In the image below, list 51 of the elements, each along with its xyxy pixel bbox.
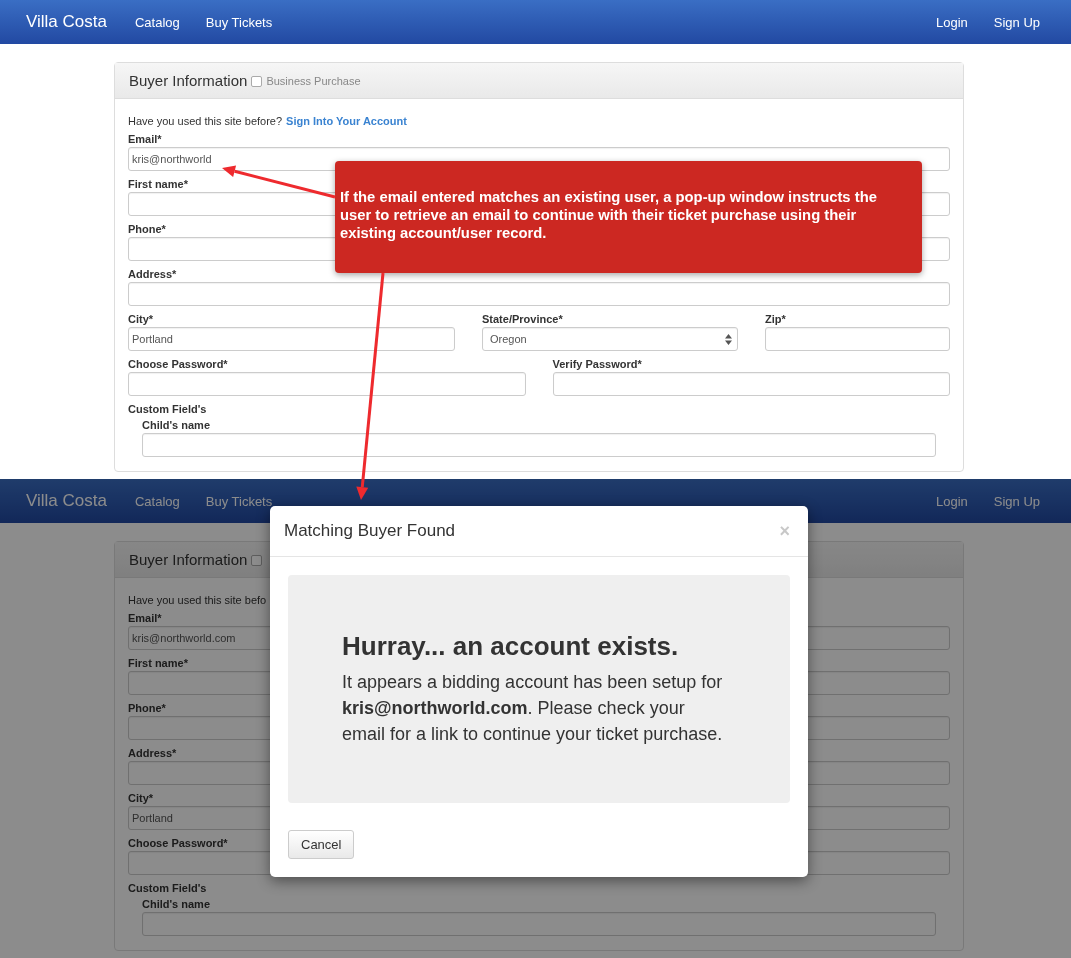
field-label: City*: [128, 312, 154, 327]
checkbox[interactable]: [251, 555, 263, 566]
field-label: Address*: [128, 746, 177, 761]
text-field[interactable]: [128, 282, 950, 306]
nav-link[interactable]: Login: [922, 14, 981, 30]
panel-title: Buyer Information: [129, 551, 248, 568]
cancel-button[interactable]: Cancel: [288, 830, 355, 859]
annotation-tooltip: If the email entered matches an existing user, a pop-up window instructs the user to retrieve an email to continue with their ticket purchase using their existing account/user record.: [335, 161, 922, 273]
modal-title: Matching Buyer Found: [284, 521, 456, 541]
field-label: Verify Password*: [552, 357, 642, 372]
field-label: First name*: [128, 656, 188, 671]
sign-in-link[interactable]: Sign Into Your Account: [286, 115, 407, 127]
message-text: It appears a bidding account has been setup for kris@northworld.com. Please check your email for a link to continue your ticket purchase.: [342, 671, 724, 746]
field-label: Email*: [128, 611, 162, 626]
text-field[interactable]: Portland: [128, 327, 455, 351]
text-field[interactable]: [142, 433, 936, 457]
text-field[interactable]: [765, 327, 950, 351]
field-label: Phone*: [128, 222, 166, 237]
field-label: Zip*: [765, 312, 786, 327]
section-label: Custom Field's: [128, 881, 207, 896]
text-field[interactable]: [128, 372, 526, 396]
text-field[interactable]: [142, 912, 936, 936]
brand-link[interactable]: Villa Costa: [14, 12, 119, 32]
nav-link[interactable]: Buy Tickets: [192, 14, 286, 30]
intro-text: Have you used this site before?: [128, 115, 283, 127]
nav-link[interactable]: Sign Up: [980, 14, 1053, 30]
text-field[interactable]: [552, 372, 950, 396]
up-down-caret-icon: [725, 333, 732, 345]
checkbox-label: Business Purchase: [266, 75, 361, 87]
checkbox[interactable]: [251, 76, 263, 87]
brand-link[interactable]: Villa Costa: [14, 491, 119, 511]
panel-title: Buyer Information: [129, 72, 248, 89]
field-label: Child's name: [142, 897, 211, 912]
field-label: Address*: [128, 267, 177, 282]
nav-link[interactable]: Buy Tickets: [192, 493, 286, 509]
field-label: Phone*: [128, 701, 166, 716]
nav-link[interactable]: Sign Up: [980, 493, 1053, 509]
field-label: Email*: [128, 132, 162, 147]
message-heading: Hurray... an account exists.: [342, 631, 680, 662]
intro-text: Have you used this site befo: [128, 594, 267, 606]
nav-link[interactable]: Catalog: [121, 14, 193, 30]
field-label: First name*: [128, 177, 188, 192]
field-label: State/Province*: [482, 312, 563, 327]
section-label: Custom Field's: [128, 402, 207, 417]
field-label: City*: [128, 791, 154, 806]
field-label: Choose Password*: [128, 836, 228, 851]
field-label: Choose Password*: [128, 357, 228, 372]
nav-link[interactable]: Catalog: [121, 493, 193, 509]
nav-link[interactable]: Login: [922, 493, 981, 509]
field-label: Child's name: [142, 418, 211, 433]
select-field[interactable]: Oregon: [482, 327, 738, 351]
